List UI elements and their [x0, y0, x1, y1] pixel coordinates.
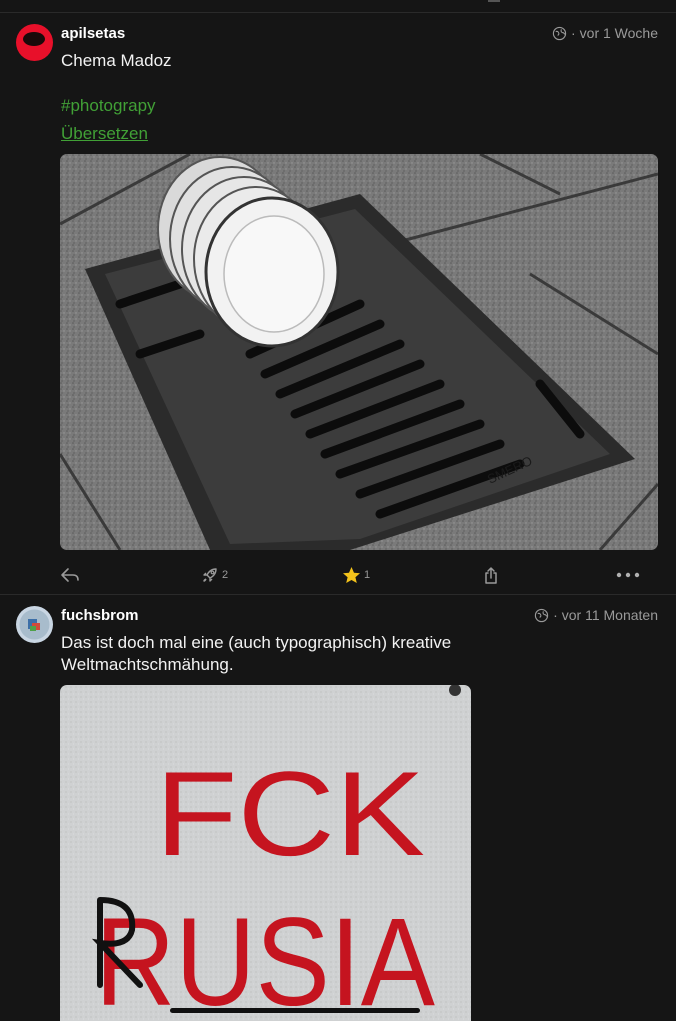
graffiti-rusia: RUSIA — [95, 893, 436, 1021]
hashtag-link[interactable]: #photograpy — [61, 96, 156, 116]
post-text-line2: Weltmachtschmähung. — [61, 655, 234, 674]
globe-icon — [534, 608, 549, 622]
share-icon — [485, 566, 497, 584]
boost-count: 2 — [222, 569, 229, 581]
graffiti-fck: FCK — [155, 747, 425, 881]
post-meta: · vor 11 Monaten — [534, 607, 658, 623]
post-meta: · vor 1 Woche — [552, 25, 658, 41]
avatar[interactable] — [16, 606, 53, 643]
post-text-line1: Das ist doch mal eine (auch typographisc… — [61, 633, 452, 652]
post-fuchsbrom[interactable]: fuchsbrom · vor 11 Monaten Das ist doch … — [0, 596, 676, 1021]
post-apilsetas[interactable]: apilsetas · vor 1 Woche Chema Madoz #pho… — [0, 14, 676, 595]
post-time[interactable]: vor 1 Woche — [580, 25, 658, 41]
post-actions: 2 1 — [0, 563, 676, 589]
share-button[interactable] — [483, 563, 499, 587]
avatar[interactable] — [16, 24, 53, 61]
home-indicator — [170, 1008, 420, 1013]
translate-link[interactable]: Übersetzen — [61, 124, 148, 144]
top-bar-handle — [488, 0, 500, 2]
separator-dot: · — [553, 607, 558, 623]
author-name[interactable]: fuchsbrom — [61, 607, 139, 624]
post-time[interactable]: vor 11 Monaten — [562, 607, 658, 623]
globe-icon — [552, 26, 567, 40]
star-icon — [343, 567, 360, 583]
separator-dot: · — [570, 25, 576, 41]
favourite-button[interactable]: 1 — [342, 563, 370, 587]
rocket-icon — [203, 568, 217, 582]
favourite-count: 1 — [364, 569, 371, 581]
author-name[interactable]: apilsetas — [61, 25, 125, 42]
more-icon — [616, 572, 640, 578]
more-button[interactable] — [616, 563, 640, 587]
reply-icon — [61, 568, 79, 582]
top-bar — [0, 0, 676, 13]
boost-button[interactable]: 2 — [201, 563, 228, 587]
reply-button[interactable] — [60, 563, 80, 587]
post-text: Chema Madoz — [61, 51, 172, 70]
post-image[interactable]: SMERO — [60, 154, 658, 550]
post-image[interactable]: FCK RUSIA — [60, 685, 471, 1021]
